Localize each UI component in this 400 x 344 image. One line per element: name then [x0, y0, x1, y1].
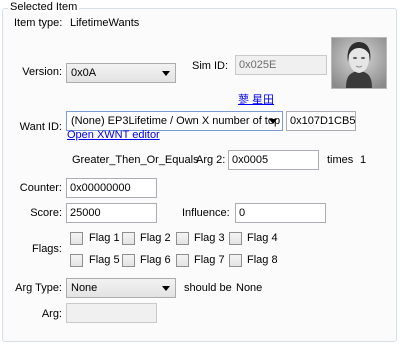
- flag-4-label: Flag 4: [247, 232, 278, 244]
- flag-6-label: Flag 6: [140, 254, 171, 266]
- arg2-value: 0x0005: [232, 154, 269, 166]
- open-xwnt-editor-link[interactable]: Open XWNT editor: [67, 129, 160, 142]
- should-be-value: None: [236, 282, 263, 294]
- version-label: Version:: [22, 66, 62, 78]
- flag-5-checkbox[interactable]: [70, 254, 83, 267]
- flag-5-label: Flag 5: [89, 254, 120, 266]
- version-value: 0x0A: [71, 67, 97, 79]
- flag-7-label: Flag 7: [194, 254, 225, 266]
- item-type-value: LifetimeWants: [70, 17, 140, 29]
- flag-8-label: Flag 8: [247, 254, 278, 266]
- want-id-label: Want ID:: [19, 121, 62, 133]
- influence-value: 0: [239, 207, 246, 219]
- flag-2-label: Flag 2: [140, 232, 171, 244]
- flag-3-checkbox[interactable]: [176, 232, 189, 245]
- version-dropdown[interactable]: 0x0A: [66, 63, 176, 83]
- flags-label: Flags:: [32, 243, 62, 255]
- counter-label: Counter:: [19, 182, 62, 194]
- arg-type-label: Arg Type:: [15, 282, 62, 294]
- influence-label: Influence:: [182, 207, 230, 219]
- sim-name-link[interactable]: 蓼 星田: [238, 94, 274, 107]
- want-id-dropdown[interactable]: (None) EP3Lifetime / Own X number of top…: [66, 111, 283, 131]
- chevron-down-icon: [162, 71, 170, 76]
- arg2-label: Arg 2:: [196, 154, 226, 166]
- score-value: 25000: [70, 207, 101, 219]
- flag-8-checkbox[interactable]: [229, 254, 242, 267]
- arg-type-dropdown[interactable]: None: [66, 278, 176, 298]
- arg-field: [66, 303, 157, 323]
- influence-field[interactable]: 0: [235, 203, 326, 223]
- sim-id-value: 0x025E: [239, 59, 277, 71]
- want-id-combo-value: (None) EP3Lifetime / Own X number of top…: [71, 115, 283, 127]
- sim-id-label: Sim ID:: [192, 60, 229, 72]
- sim-portrait-icon: [332, 38, 386, 88]
- flag-3-label: Flag 3: [194, 232, 225, 244]
- group-title: Selected Item: [8, 1, 80, 13]
- item-type-label: Item type:: [14, 17, 63, 29]
- sim-id-field: 0x025E: [235, 55, 327, 75]
- arg2-suffix: times: [327, 154, 354, 166]
- should-be-label: should be: [184, 282, 232, 294]
- arg-type-value: None: [71, 282, 98, 294]
- counter-value: 0x00000000: [70, 182, 131, 194]
- score-field[interactable]: 25000: [66, 203, 157, 223]
- arg-label: Arg:: [41, 308, 62, 320]
- flag-6-checkbox[interactable]: [122, 254, 135, 267]
- flag-4-checkbox[interactable]: [229, 232, 242, 245]
- comparison-text: Greater_Then_Or_Equals: [72, 154, 199, 166]
- flag-2-checkbox[interactable]: [122, 232, 135, 245]
- chevron-down-icon: [162, 286, 170, 291]
- arg2-field[interactable]: 0x0005: [228, 150, 319, 170]
- score-label: Score:: [30, 207, 62, 219]
- flag-1-checkbox[interactable]: [70, 232, 83, 245]
- arg2-count: 1: [360, 154, 367, 166]
- counter-field[interactable]: 0x00000000: [66, 178, 157, 198]
- want-id-text-value: 0x107D1CB5: [290, 115, 356, 127]
- want-id-field[interactable]: 0x107D1CB5: [286, 111, 356, 131]
- sim-avatar[interactable]: [331, 37, 387, 89]
- flag-1-label: Flag 1: [89, 232, 120, 244]
- flag-7-checkbox[interactable]: [176, 254, 189, 267]
- chevron-down-icon: [269, 119, 277, 124]
